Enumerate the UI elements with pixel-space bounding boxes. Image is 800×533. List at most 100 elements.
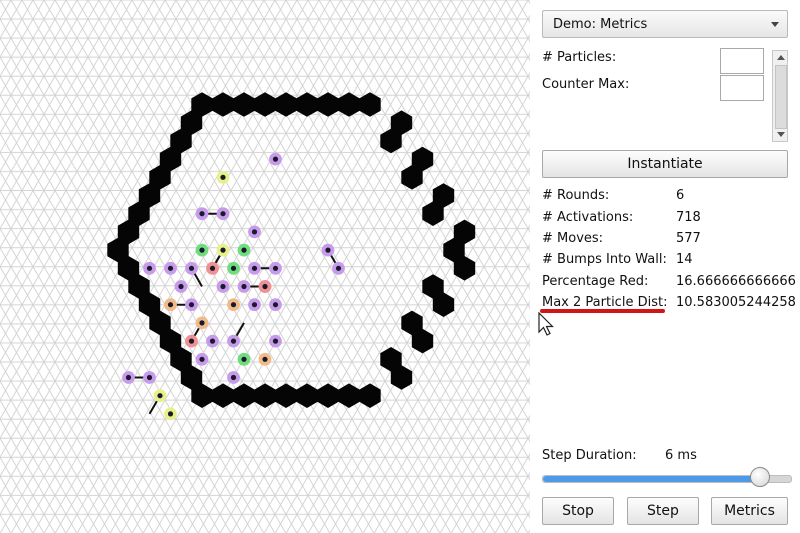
particle[interactable] (216, 280, 230, 293)
particle[interactable] (195, 207, 209, 221)
counter-max-input[interactable] (720, 75, 764, 101)
particle-core (167, 265, 174, 271)
particle[interactable] (237, 243, 251, 257)
particle-core (178, 283, 184, 290)
slider-fill (543, 476, 762, 482)
particle[interactable] (195, 352, 209, 366)
particle-core (230, 265, 237, 271)
metric-label: # Bumps Into Wall: (542, 252, 667, 267)
metric-label: Percentage Red: (542, 274, 649, 289)
simulation-canvas[interactable] (0, 0, 530, 533)
metric-label: Max 2 Particle Dist: (542, 295, 668, 310)
particle[interactable] (216, 243, 230, 257)
particle-core (262, 283, 268, 290)
particle-core (209, 265, 216, 271)
particle-core (241, 356, 247, 362)
instantiate-button[interactable]: Instantiate (542, 150, 788, 178)
particle[interactable] (174, 280, 188, 293)
particle-core (125, 374, 132, 381)
metric-label: # Rounds: (542, 188, 610, 203)
control-panel: Demo: Metrics # Particles: Counter Max: … (530, 0, 800, 533)
params-scrollbar[interactable] (772, 50, 788, 142)
particle-core (272, 265, 279, 271)
metrics-button[interactable]: Metrics (711, 497, 788, 525)
particle[interactable] (321, 243, 335, 257)
particle-core (241, 283, 247, 290)
particle-core (146, 265, 153, 271)
particle[interactable] (237, 280, 251, 293)
particle-core (272, 156, 279, 162)
metric-value: 16.666666666666 (676, 274, 796, 289)
scroll-up-icon[interactable] (777, 55, 785, 60)
particle[interactable] (269, 261, 282, 275)
particle-core (188, 265, 195, 271)
step-duration-label: Step Duration: (542, 448, 637, 463)
particle[interactable] (164, 407, 177, 421)
chevron-down-icon (771, 22, 779, 27)
particle-core (230, 302, 237, 308)
particle[interactable] (185, 298, 198, 312)
particles-input[interactable] (720, 48, 764, 74)
particle[interactable] (248, 298, 261, 312)
particle-core (241, 247, 247, 253)
particle[interactable] (248, 261, 261, 275)
particle[interactable] (258, 280, 272, 293)
particle[interactable] (258, 352, 272, 366)
particle[interactable] (164, 298, 177, 312)
particle[interactable] (185, 261, 198, 275)
particle[interactable] (153, 389, 167, 403)
particle-core (272, 338, 279, 344)
particle[interactable] (206, 261, 219, 275)
particle-core (220, 211, 226, 217)
particle-core (199, 211, 205, 217)
particle-core (157, 393, 163, 399)
scroll-down-icon[interactable] (777, 132, 785, 137)
step-button[interactable]: Step (627, 497, 699, 525)
metric-row-bumps: # Bumps Into Wall: 14 (542, 252, 792, 272)
particle-core (146, 374, 153, 381)
particle-core (167, 411, 174, 417)
metric-value: 577 (676, 231, 701, 246)
particle-core (209, 338, 216, 344)
metric-row-rounds: # Rounds: 6 (542, 188, 792, 208)
slider-handle[interactable] (750, 467, 771, 487)
particle-core (220, 174, 226, 180)
particle[interactable] (122, 371, 135, 384)
mouse-cursor-icon (538, 312, 554, 336)
particle[interactable] (332, 261, 345, 275)
scroll-thumb[interactable] (775, 65, 787, 129)
demo-select[interactable]: Demo: Metrics (542, 10, 788, 38)
particle[interactable] (164, 261, 177, 275)
particle[interactable] (185, 334, 198, 348)
metric-row-activations: # Activations: 718 (542, 210, 792, 230)
metric-label: # Activations: (542, 210, 634, 225)
particle[interactable] (227, 261, 240, 275)
particle[interactable] (227, 334, 240, 348)
metric-value: 718 (676, 210, 701, 225)
particle-core (220, 283, 226, 290)
particle[interactable] (206, 334, 219, 348)
particle[interactable] (216, 170, 230, 184)
particle-core (199, 320, 205, 326)
metric-value: 10.583005244258 (676, 295, 796, 310)
demo-select-value: Demo: Metrics (553, 17, 648, 32)
particle[interactable] (237, 352, 251, 366)
metric-value: 14 (676, 252, 693, 267)
particle[interactable] (195, 243, 209, 257)
step-duration-value: 6 ms (665, 448, 697, 463)
particle[interactable] (248, 225, 261, 239)
particle[interactable] (269, 298, 282, 312)
particle[interactable] (143, 261, 156, 275)
particle[interactable] (269, 152, 282, 166)
particle-core (325, 247, 331, 253)
triangular-grid (0, 0, 530, 533)
stop-button[interactable]: Stop (542, 497, 614, 525)
particle[interactable] (269, 334, 282, 348)
particle-core (199, 356, 205, 362)
particle-core (188, 338, 195, 344)
particle[interactable] (143, 371, 156, 384)
particle[interactable] (216, 207, 230, 221)
particle[interactable] (195, 316, 209, 330)
particle[interactable] (227, 298, 240, 312)
particle[interactable] (227, 371, 240, 384)
